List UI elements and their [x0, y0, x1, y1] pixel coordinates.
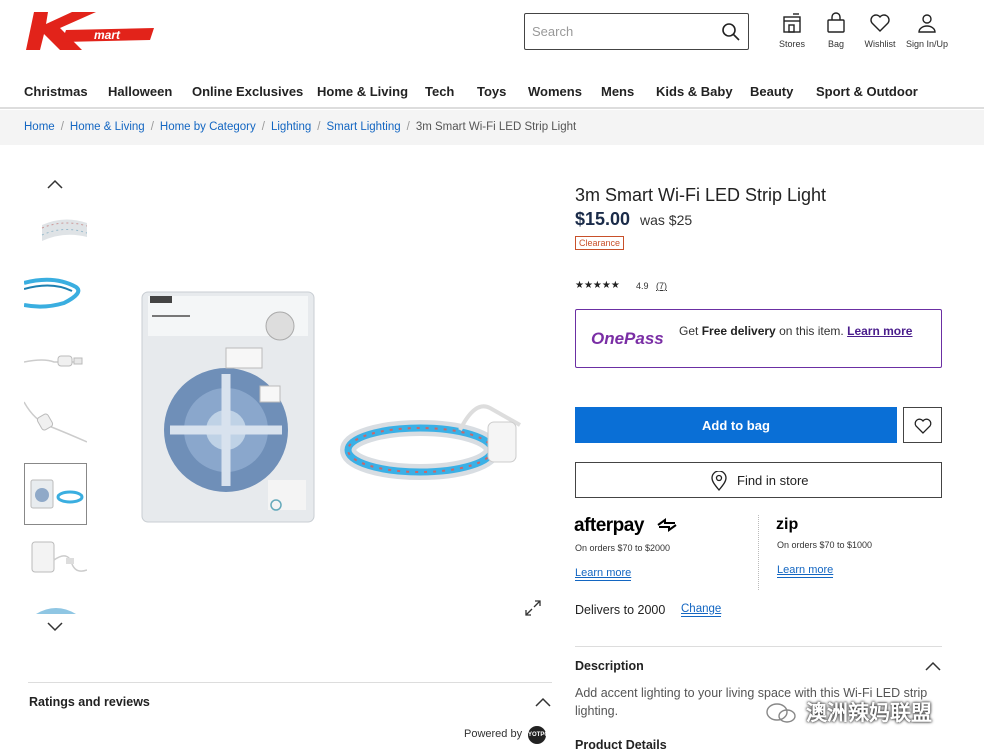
add-to-bag-button[interactable]: Add to bag: [575, 407, 897, 443]
nav-item-womens[interactable]: Womens: [528, 78, 601, 105]
afterpay-arrows-icon: [657, 518, 677, 532]
chevron-up-icon[interactable]: [924, 659, 942, 673]
onepass-banner: OnePass Get Free delivery on this item. …: [575, 309, 942, 368]
thumbnail-5-selected[interactable]: [24, 463, 87, 525]
sign-in-label: Sign In/Up: [905, 39, 949, 49]
onepass-text: Get Free delivery on this item. Learn mo…: [679, 325, 929, 338]
onepass-text-pre: Get: [679, 324, 702, 338]
expand-image-icon[interactable]: [524, 599, 542, 617]
review-count-link[interactable]: (7): [656, 281, 667, 291]
thumbnail-7[interactable]: [24, 600, 87, 614]
nav-item-beauty[interactable]: Beauty: [750, 78, 816, 105]
breadcrumb: Home / Home & Living / Home by Category / Ligh…: [0, 110, 984, 145]
afterpay-learn-more-link[interactable]: Learn more: [575, 567, 632, 581]
nav-item-home-living[interactable]: Home & Living: [317, 78, 425, 105]
product-details-heading[interactable]: Product Details: [575, 738, 667, 752]
breadcrumb-separator: /: [60, 121, 64, 133]
onepass-text-post: on this item.: [775, 324, 848, 338]
search-icon[interactable]: [721, 22, 741, 42]
breadcrumb-separator: /: [317, 121, 321, 133]
wechat-watermark-icon: [766, 703, 796, 723]
find-in-store-label: Find in store: [737, 473, 809, 488]
stores-link[interactable]: Stores: [770, 12, 814, 49]
description-section[interactable]: Description: [575, 646, 942, 676]
store-icon: [783, 13, 801, 33]
search-box: [524, 13, 749, 50]
rating-stars-icon: ★★★★★: [575, 280, 620, 291]
kmart-logo[interactable]: mart: [26, 10, 156, 54]
sign-in-link[interactable]: Sign In/Up: [902, 12, 952, 49]
nav-item-sport-outdoor[interactable]: Sport & Outdoor: [816, 78, 926, 105]
thumbnail-2[interactable]: [24, 265, 87, 327]
svg-text:mart: mart: [94, 28, 121, 42]
thumbnail-down-arrow-icon[interactable]: [46, 617, 64, 635]
wishlist-link[interactable]: Wishlist: [858, 12, 902, 49]
breadcrumb-separator: /: [150, 121, 154, 133]
clearance-badge: Clearance: [575, 236, 625, 250]
breadcrumb-home-living[interactable]: Home & Living: [70, 121, 145, 133]
breadcrumb-home-by-category[interactable]: Home by Category: [160, 121, 256, 133]
location-pin-icon: [711, 471, 727, 491]
bag-icon: [827, 12, 845, 33]
yotpo-logo-icon: YOTPO: [528, 726, 549, 744]
onepass-free-delivery: Free delivery: [701, 324, 776, 338]
thumbnail-up-arrow-icon[interactable]: [46, 176, 64, 194]
thumbnail-6[interactable]: [24, 530, 87, 592]
onepass-learn-more-link[interactable]: Learn more: [847, 324, 912, 338]
thumbnail-1[interactable]: [24, 203, 87, 265]
search-input[interactable]: [525, 14, 715, 49]
chevron-up-icon[interactable]: [534, 695, 552, 709]
site-header: mart Stores Bag: [0, 0, 984, 78]
change-postcode-link[interactable]: Change: [681, 603, 722, 617]
powered-by-label: Powered by: [464, 728, 523, 740]
zip-logo: zip: [776, 516, 799, 533]
nav-item-kids-baby[interactable]: Kids & Baby: [656, 78, 750, 105]
breadcrumb-separator: /: [406, 121, 410, 133]
payment-divider: [758, 515, 759, 590]
zip-learn-more-link[interactable]: Learn more: [777, 564, 834, 578]
afterpay-terms: On orders $70 to $2000: [575, 543, 671, 553]
wishlist-label: Wishlist: [864, 39, 896, 49]
nav-item-christmas[interactable]: Christmas: [24, 78, 108, 105]
nav-item-mens[interactable]: Mens: [601, 78, 656, 105]
add-to-wishlist-button[interactable]: [903, 407, 942, 443]
product-price: $15.00: [575, 209, 631, 229]
breadcrumb-home[interactable]: Home: [24, 121, 55, 133]
stores-label: Stores: [778, 39, 805, 49]
bag-label: Bag: [827, 39, 844, 49]
onepass-logo: OnePass: [591, 329, 664, 348]
nav-item-halloween[interactable]: Halloween: [108, 78, 192, 105]
thumbnail-3[interactable]: [24, 328, 87, 390]
breadcrumb-current: 3m Smart Wi-Fi LED Strip Light: [415, 121, 577, 133]
heart-icon: [870, 14, 890, 32]
description-heading: Description: [575, 659, 644, 673]
breadcrumb-separator: /: [261, 121, 265, 133]
main-product-image: [130, 280, 550, 540]
watermark-text: 澳洲辣妈联盟: [806, 702, 932, 725]
was-price: was $25: [640, 212, 693, 228]
afterpay-logo: afterpay: [574, 515, 644, 536]
ratings-reviews-heading: Ratings and reviews: [29, 695, 150, 709]
ratings-reviews-section[interactable]: Ratings and reviews: [28, 682, 552, 722]
bag-link[interactable]: Bag: [814, 12, 858, 49]
product-title: 3m Smart Wi-Fi LED Strip Light: [575, 185, 827, 205]
nav-item-toys[interactable]: Toys: [477, 78, 528, 105]
find-in-store-button[interactable]: Find in store: [575, 462, 942, 498]
breadcrumb-lighting[interactable]: Lighting: [271, 121, 311, 133]
main-nav: Christmas Halloween Online Exclusives Ho…: [0, 78, 984, 109]
nav-item-online-exclusives[interactable]: Online Exclusives: [192, 78, 317, 105]
heart-icon: [914, 418, 932, 434]
zip-terms: On orders $70 to $1000: [777, 540, 873, 550]
nav-item-tech[interactable]: Tech: [425, 78, 477, 105]
breadcrumb-smart-lighting[interactable]: Smart Lighting: [326, 121, 400, 133]
thumbnail-4[interactable]: [24, 390, 87, 452]
rating-value: 4.9: [636, 281, 649, 291]
delivery-postcode-text: Delivers to 2000: [575, 603, 666, 617]
user-icon: [918, 14, 936, 33]
